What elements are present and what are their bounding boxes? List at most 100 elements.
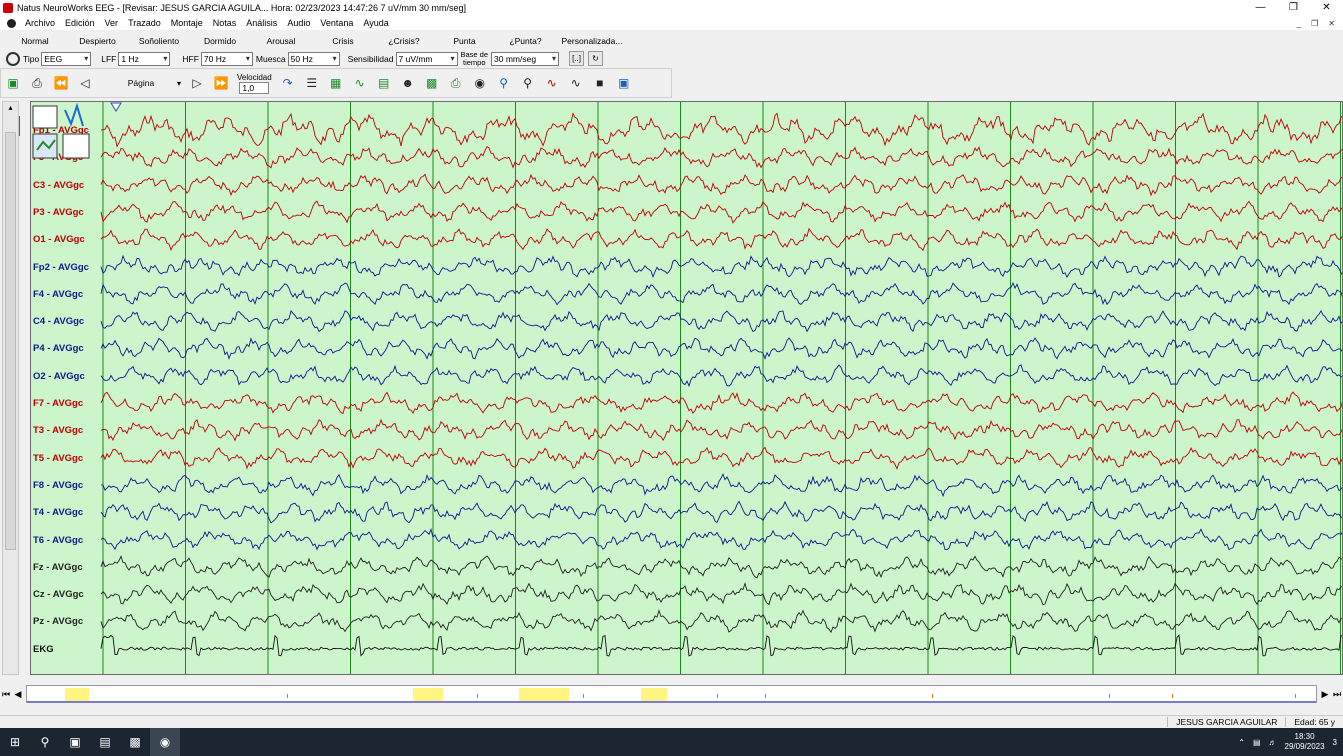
taskbar-app-window-icon[interactable]: ▩: [120, 728, 150, 756]
event-highlight[interactable]: [413, 688, 443, 701]
vertical-scrollbar[interactable]: ▴: [2, 101, 19, 675]
video-camera-icon[interactable]: ⎙: [28, 74, 46, 92]
taskbar-app-red-icon[interactable]: ▣: [60, 728, 90, 756]
channel-label[interactable]: Pz - AVGgc: [33, 617, 83, 627]
waveform-icon[interactable]: ∿: [351, 74, 369, 92]
tab-crisis[interactable]: Crisis: [315, 34, 371, 48]
next-icon[interactable]: ▷: [188, 74, 206, 92]
prev-page-icon[interactable]: ◀: [12, 689, 24, 700]
settings-icon[interactable]: [6, 51, 20, 66]
menu-ventana[interactable]: Ventana: [315, 18, 358, 28]
channel-label[interactable]: T4 - AVGgc: [33, 508, 83, 518]
notifications-icon[interactable]: 3: [1333, 738, 1337, 747]
montage-icon[interactable]: ▤: [375, 74, 393, 92]
record-icon[interactable]: ▣: [4, 74, 22, 92]
minimize-button[interactable]: —: [1244, 0, 1277, 16]
menu-archivo[interactable]: Archivo: [20, 18, 60, 28]
rewind-icon[interactable]: ⏪: [52, 74, 70, 92]
search-icon[interactable]: ⚲: [30, 728, 60, 756]
mdi-minimize-button[interactable]: _: [1297, 19, 1301, 28]
menu-montaje[interactable]: Montaje: [166, 18, 208, 28]
next-page-icon[interactable]: ▶: [1319, 689, 1331, 700]
maximize-button[interactable]: ❐: [1277, 0, 1310, 16]
last-page-icon[interactable]: ⏭: [1331, 689, 1343, 700]
menu-analisis[interactable]: Análisis: [241, 18, 282, 28]
floating-trend-icon[interactable]: [31, 102, 91, 164]
tab-crisis-q[interactable]: ¿Crisis?: [371, 34, 437, 48]
tab-personalizada[interactable]: Personalizada...: [559, 34, 625, 48]
tab-normal[interactable]: Normal: [0, 34, 70, 48]
channel-label[interactable]: T3 - AVGgc: [33, 426, 83, 436]
muesca-select[interactable]: 50 Hz: [287, 51, 340, 66]
tab-punta[interactable]: Punta: [437, 34, 492, 48]
menu-ver[interactable]: Ver: [100, 18, 124, 28]
channel-label[interactable]: O1 - AVGgc: [33, 235, 85, 245]
bracket-button[interactable]: [..]: [569, 51, 585, 66]
channel-label[interactable]: Fz - AVGgc: [33, 562, 83, 573]
sensibilidad-select[interactable]: 7 uV/mm: [395, 51, 458, 66]
network-icon[interactable]: ▤: [1253, 738, 1261, 747]
annotation-icon[interactable]: ■: [591, 74, 609, 92]
tab-despierto[interactable]: Despierto: [70, 34, 125, 48]
print-icon[interactable]: ⎙: [447, 74, 465, 92]
review-icon[interactable]: ▩: [423, 74, 441, 92]
event-highlight[interactable]: [65, 688, 89, 701]
eeg-trace-panel[interactable]: Fp1 - AVGgc F3 - AVGgc C3 - AVGgc P3 - AVGg…: [30, 101, 1343, 675]
channel-label[interactable]: Fp2 - AVGgc: [33, 262, 89, 273]
channel-label[interactable]: T5 - AVGgc: [33, 453, 83, 464]
channel-edit-icon[interactable]: ▦: [327, 74, 345, 92]
channel-label[interactable]: T6 - AVGgc: [33, 535, 83, 546]
tab-sonoliento[interactable]: Soñoliento: [125, 34, 193, 48]
zoom-out-icon[interactable]: ⚲: [519, 74, 537, 92]
file-explorer-icon[interactable]: ▤: [90, 728, 120, 756]
trend-icon[interactable]: ∿: [543, 74, 561, 92]
menu-notas[interactable]: Notas: [208, 18, 242, 28]
channel-label[interactable]: C3 - AVGgc: [33, 180, 84, 191]
tab-punta-q[interactable]: ¿Punta?: [492, 34, 559, 48]
refresh-button[interactable]: ↻: [588, 51, 604, 66]
mdi-close-button[interactable]: ✕: [1328, 19, 1335, 28]
channel-label[interactable]: P4 - AVGgc: [33, 344, 84, 354]
monitor-icon[interactable]: ▣: [615, 74, 633, 92]
base-tiempo-select[interactable]: 30 mm/seg: [491, 51, 560, 66]
menu-audio[interactable]: Audio: [282, 18, 315, 28]
tipo-select[interactable]: EEG: [41, 51, 92, 66]
cursor-play-icon[interactable]: ↷: [279, 74, 297, 92]
mdi-restore-button[interactable]: ❐: [1311, 19, 1318, 28]
patient-head-icon[interactable]: ☻: [399, 74, 417, 92]
menu-ayuda[interactable]: Ayuda: [358, 18, 393, 28]
channel-label[interactable]: P3 - AVGgc: [33, 207, 84, 218]
channel-label[interactable]: O2 - AVGgc: [33, 371, 85, 382]
natus-app-icon[interactable]: ◉: [150, 728, 180, 756]
document-icon[interactable]: [7, 18, 16, 28]
speed-input[interactable]: 1,0: [239, 81, 270, 94]
first-page-icon[interactable]: ⏮: [0, 689, 12, 700]
menu-trazado[interactable]: Trazado: [123, 18, 166, 28]
channel-label[interactable]: F4 - AVGgc: [33, 289, 83, 300]
tab-dormido[interactable]: Dormido: [193, 34, 247, 48]
channel-label[interactable]: F8 - AVGgc: [33, 480, 83, 491]
tray-chevron-icon[interactable]: ⌃: [1238, 738, 1245, 747]
clock[interactable]: 18:30 29/09/2023: [1285, 732, 1325, 752]
lff-select[interactable]: 1 Hz: [118, 51, 171, 66]
zoom-icon[interactable]: ⚲: [495, 74, 513, 92]
channel-label[interactable]: F7 - AVGgc: [33, 399, 83, 409]
event-marker-icon[interactable]: ☰: [303, 74, 321, 92]
menu-edicion[interactable]: Edición: [60, 18, 100, 28]
channel-label[interactable]: Cz - AVGgc: [33, 590, 84, 600]
spike-detect-icon[interactable]: ◉: [471, 74, 489, 92]
fast-forward-icon[interactable]: ⏩: [212, 74, 230, 92]
event-highlight[interactable]: [641, 688, 667, 701]
hff-select[interactable]: 70 Hz: [200, 51, 253, 66]
close-button[interactable]: ✕: [1310, 0, 1343, 16]
event-highlight[interactable]: [519, 688, 569, 701]
page-select[interactable]: Página: [101, 76, 181, 91]
pulse-icon[interactable]: ∿: [567, 74, 585, 92]
volume-icon[interactable]: ♬: [1269, 738, 1277, 747]
channel-label[interactable]: EKG: [33, 644, 54, 655]
channel-label[interactable]: C4 - AVGgc: [33, 317, 84, 327]
scroll-up-arrow[interactable]: ▴: [3, 102, 18, 114]
timeline-track[interactable]: [26, 685, 1317, 703]
scroll-thumb[interactable]: [5, 132, 16, 550]
tab-arousal[interactable]: Arousal: [247, 34, 315, 48]
